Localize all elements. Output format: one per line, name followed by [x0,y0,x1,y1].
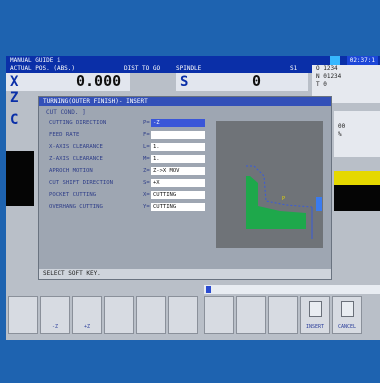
param-key: P= [143,120,150,126]
clock: 02:37:1 [346,56,378,65]
right-info-panel: 00 % [334,111,380,157]
param-label: X-AXIS CLEARANCE [49,144,103,150]
softkey-9[interactable] [268,296,298,334]
insert-label: INSERT [305,324,325,330]
param-key: F= [143,132,150,138]
program-number: O 1234 [316,65,338,72]
param-label: CUT SHIFT DIRECTION [49,180,113,186]
dialog-title: TURNING(OUTER FINISH)- INSERT [39,97,331,106]
softkey-7[interactable] [204,296,234,334]
softkey-bar: -Z +Z INSERT CANCEL [6,296,380,340]
spindle-value: 0 [252,72,262,90]
z-axis-label: Z [10,90,19,106]
spindle-box: S 0 [176,73,308,91]
tool-number: T 0 [316,81,327,88]
status-yellow-bar [334,171,380,185]
x-position-box: X 0.000 [6,73,130,91]
x-axis-label: X [10,74,19,90]
status-black-bar [334,185,380,211]
cnc-screen: MANUAL GUIDE i 02:37:1 ACTUAL POS. (ABS.… [6,56,380,340]
param-field[interactable]: CUTTING [151,203,205,211]
header-bar: MANUAL GUIDE i 02:37:1 [6,56,380,65]
sequence-number: N 01234 [316,73,342,80]
param-label: POCKET CUTTING [49,192,97,198]
spindle-number: S1 [290,65,298,72]
param-key: S= [143,180,150,186]
softkey-plus-z[interactable]: +Z [72,296,102,334]
param-key: Y= [143,204,150,210]
insert-icon [309,301,322,317]
c-axis-label: C [10,112,19,128]
softkey-8[interactable] [236,296,266,334]
param-key: L= [143,144,150,150]
param-label: CUTTING DIRECTION [49,120,107,126]
right-info-1: 00 [338,123,346,130]
param-label: Z-AXIS CLEARANCE [49,156,103,162]
param-field[interactable]: CUTTING [151,191,205,199]
softkey-5[interactable] [136,296,166,334]
softkey-6[interactable] [168,296,198,334]
status-flag [330,56,340,65]
right-info-2: % [338,131,342,138]
softkey-minus-z-label: -Z [51,324,59,330]
param-field[interactable]: +X [151,179,205,187]
cancel-icon [341,301,354,317]
param-field[interactable]: Z->X MOV [151,167,205,175]
softkey-scrollbar[interactable] [204,285,380,294]
param-field[interactable] [151,131,205,139]
spindle-label: SPINDLE [176,65,202,72]
left-black-panel [6,151,34,206]
param-key: M= [143,156,150,162]
toolpath-preview: P [216,121,323,248]
toolpath-drawing: P [246,165,322,239]
softkey-minus-z[interactable]: -Z [40,296,70,334]
softkey-1[interactable] [8,296,38,334]
cancel-label: CANCEL [337,324,357,330]
actual-pos-label: ACTUAL POS. (ABS.) [10,65,76,72]
cancel-button[interactable]: CANCEL [332,296,362,334]
x-value: 0.000 [76,72,122,90]
param-label: FEED RATE [49,132,80,138]
softkey-plus-z-label: +Z [83,324,91,330]
param-label: APROCH MOTION [49,168,93,174]
scroll-thumb[interactable] [206,286,211,293]
param-field[interactable]: 1. [151,155,205,163]
cut-cond-tab[interactable]: CUT COND. ] [46,109,211,116]
insert-dialog: TURNING(OUTER FINISH)- INSERT CUT COND. … [38,96,332,280]
param-field[interactable]: -Z [151,119,205,127]
mode-label: MANUAL GUIDE i [10,57,61,64]
param-field[interactable]: 1. [151,143,205,151]
spindle-axis-label: S [180,74,189,90]
softkey-4[interactable] [104,296,134,334]
start-point-marker: P [282,196,285,202]
dist-to-go-label: DIST TO GO [124,65,161,72]
param-key: Z= [143,168,150,174]
tool-shape [316,197,322,211]
param-key: X= [143,192,150,198]
param-label: OVERHANG CUTTING [49,204,103,210]
message-line: SELECT SOFT KEY. [39,269,331,279]
insert-button[interactable]: INSERT [300,296,330,334]
